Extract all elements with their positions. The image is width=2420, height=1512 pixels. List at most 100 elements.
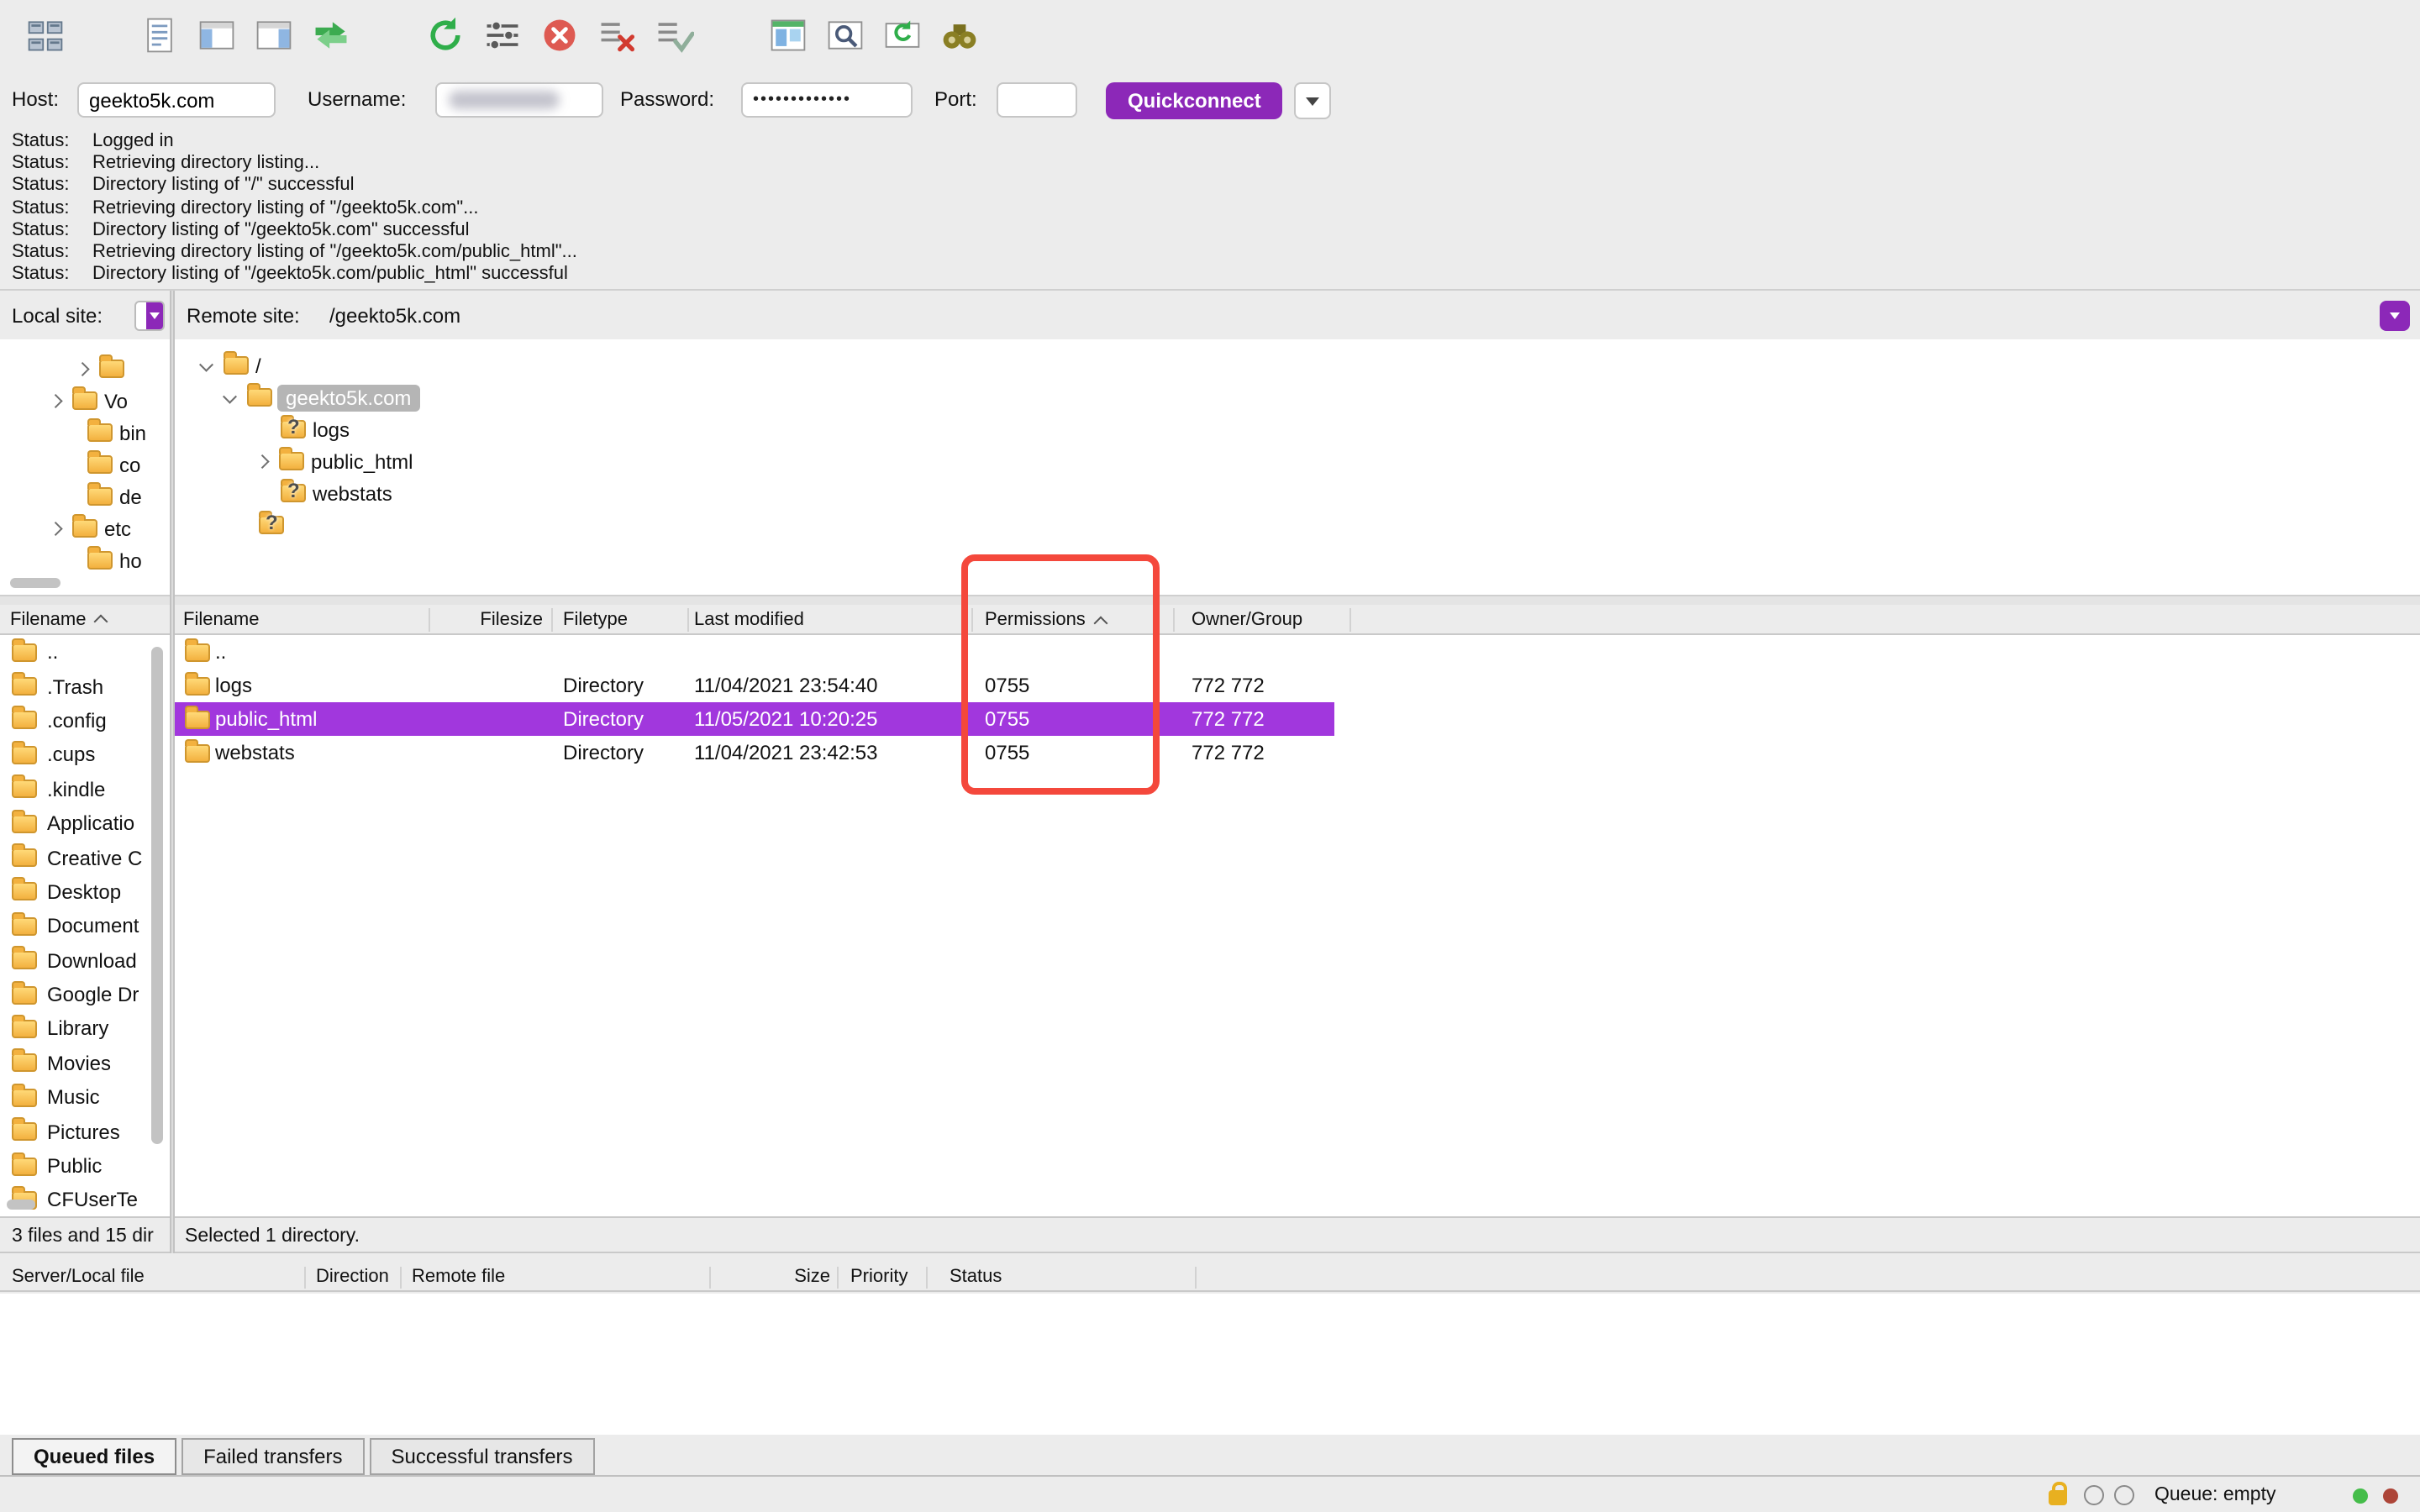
local-file-row[interactable]: ? Google Dr: [0, 978, 170, 1012]
column-separator[interactable]: [709, 1267, 711, 1289]
host-input[interactable]: [77, 82, 276, 118]
chevron-icon[interactable]: [198, 356, 217, 375]
tree-item[interactable]: ? de: [0, 480, 170, 512]
local-file-row[interactable]: ? Creative C: [0, 841, 170, 875]
tree-item[interactable]: ? bin: [0, 417, 170, 449]
tree-item[interactable]: ?: [0, 353, 170, 385]
tab-failed-transfers[interactable]: Failed transfers: [182, 1438, 365, 1475]
local-file-row[interactable]: ? ..: [0, 635, 170, 669]
local-tree-toggle-button[interactable]: [192, 12, 242, 62]
synchronized-browsing-button[interactable]: [877, 12, 928, 62]
folder-icon: ?: [87, 450, 113, 474]
chevron-icon[interactable]: [47, 519, 66, 538]
filename-column-header[interactable]: Filename: [183, 605, 260, 635]
priority-column-header[interactable]: Priority: [850, 1267, 908, 1287]
column-separator[interactable]: [971, 608, 973, 632]
permissions-column-header[interactable]: Permissions: [985, 605, 1111, 635]
column-separator[interactable]: [837, 1267, 839, 1289]
remote-file-row[interactable]: ? public_html Directory 11/05/2021 10:20…: [175, 702, 1334, 736]
remote-file-row[interactable]: ? ..: [175, 635, 1334, 669]
local-file-row[interactable]: ? Desktop: [0, 874, 170, 909]
reconnect-button[interactable]: [649, 12, 699, 62]
column-separator[interactable]: [687, 608, 689, 632]
column-separator[interactable]: [304, 1267, 306, 1289]
size-column-header[interactable]: Size: [723, 1267, 830, 1287]
local-list-header[interactable]: Filename: [0, 605, 170, 635]
chevron-icon[interactable]: [47, 391, 66, 410]
chevron-icon[interactable]: [74, 360, 92, 378]
tree-item[interactable]: ?: [175, 509, 2420, 541]
remote-file-row[interactable]: ? logs Directory 11/04/2021 23:54:40 075…: [175, 669, 1334, 702]
tree-item[interactable]: ? geekto5k.com: [175, 381, 2420, 413]
remote-site-dropdown-button[interactable]: [2380, 301, 2410, 331]
transfer-queue-toggle-button[interactable]: [306, 12, 356, 62]
tree-item-label: /: [255, 354, 261, 377]
column-separator[interactable]: [1173, 608, 1175, 632]
tree-item[interactable]: ? logs: [175, 413, 2420, 445]
column-separator[interactable]: [551, 608, 553, 632]
activity-icon[interactable]: [2114, 1485, 2134, 1505]
local-file-row[interactable]: ? Library: [0, 1012, 170, 1047]
file-search-button[interactable]: [820, 12, 871, 62]
horizontal-scrollbar[interactable]: [7, 1200, 35, 1210]
tree-item[interactable]: ? webstats: [175, 477, 2420, 509]
owner-group-column-header[interactable]: Owner/Group: [1192, 605, 1302, 635]
tree-item[interactable]: ? co: [0, 449, 170, 480]
remote-file-column-header[interactable]: Remote file: [412, 1267, 505, 1287]
tree-item[interactable]: ? ho: [0, 544, 170, 576]
remote-file-row[interactable]: ? webstats Directory 11/04/2021 23:42:53…: [175, 736, 1334, 769]
last-modified-column-header[interactable]: Last modified: [694, 605, 804, 635]
refresh-button[interactable]: [420, 12, 471, 62]
column-separator[interactable]: [1349, 608, 1351, 632]
tree-item[interactable]: ? Vo: [0, 385, 170, 417]
remote-tree-toggle-button[interactable]: [249, 12, 299, 62]
disconnect-button[interactable]: [592, 12, 642, 62]
tree-item[interactable]: ? etc: [0, 512, 170, 544]
tree-item[interactable]: ? /: [175, 349, 2420, 381]
chevron-icon[interactable]: [222, 388, 240, 407]
status-column-header[interactable]: Status: [950, 1267, 1002, 1287]
local-file-row[interactable]: ? Download: [0, 943, 170, 978]
column-separator[interactable]: [429, 608, 430, 632]
cancel-button[interactable]: [534, 12, 585, 62]
site-manager-button[interactable]: [20, 12, 71, 62]
speed-limit-icon[interactable]: [2084, 1485, 2104, 1505]
local-file-row[interactable]: ? Pictures: [0, 1115, 170, 1149]
message-log-toggle-button[interactable]: [134, 12, 185, 62]
local-file-row[interactable]: ? .Trash: [0, 669, 170, 704]
vertical-scrollbar[interactable]: [151, 647, 163, 1144]
tls-lock-icon[interactable]: [2049, 1482, 2067, 1505]
local-file-row[interactable]: ? Applicatio: [0, 806, 170, 841]
local-site-dropdown[interactable]: [134, 301, 165, 331]
find-files-button[interactable]: [934, 12, 985, 62]
server-local-file-column-header[interactable]: Server/Local file: [12, 1267, 145, 1287]
tree-item[interactable]: ? public_html: [175, 445, 2420, 477]
filter-button[interactable]: [477, 12, 528, 62]
password-input[interactable]: [741, 82, 913, 118]
horizontal-splitter[interactable]: [0, 595, 2420, 605]
filesize-column-header[interactable]: Filesize: [429, 605, 543, 635]
port-input[interactable]: [997, 82, 1077, 118]
tab-queued-files[interactable]: Queued files: [12, 1438, 177, 1475]
local-file-row[interactable]: ? .kindle: [0, 772, 170, 806]
column-separator[interactable]: [1195, 1267, 1197, 1289]
local-file-row[interactable]: ? Public: [0, 1149, 170, 1184]
local-file-row[interactable]: ? Movies: [0, 1046, 170, 1080]
local-file-row[interactable]: ? .cups: [0, 738, 170, 772]
horizontal-scrollbar[interactable]: [10, 578, 60, 588]
local-file-row[interactable]: ? Document: [0, 909, 170, 943]
local-file-row[interactable]: ? .config: [0, 704, 170, 738]
quickconnect-dropdown-button[interactable]: [1294, 82, 1331, 119]
quickconnect-button[interactable]: Quickconnect: [1106, 82, 1283, 119]
direction-column-header[interactable]: Direction: [316, 1267, 389, 1287]
tab-successful-transfers[interactable]: Successful transfers: [369, 1438, 595, 1475]
filename-column-header[interactable]: Filename: [10, 609, 87, 629]
filetype-column-header[interactable]: Filetype: [563, 605, 628, 635]
column-separator[interactable]: [400, 1267, 402, 1289]
pane-splitter[interactable]: [170, 291, 175, 1253]
local-file-row[interactable]: ? Music: [0, 1080, 170, 1115]
directory-comparison-button[interactable]: [763, 12, 813, 62]
column-separator[interactable]: [926, 1267, 928, 1289]
status-log-line: Status: Logged in: [0, 129, 2420, 152]
chevron-icon[interactable]: [254, 452, 272, 470]
